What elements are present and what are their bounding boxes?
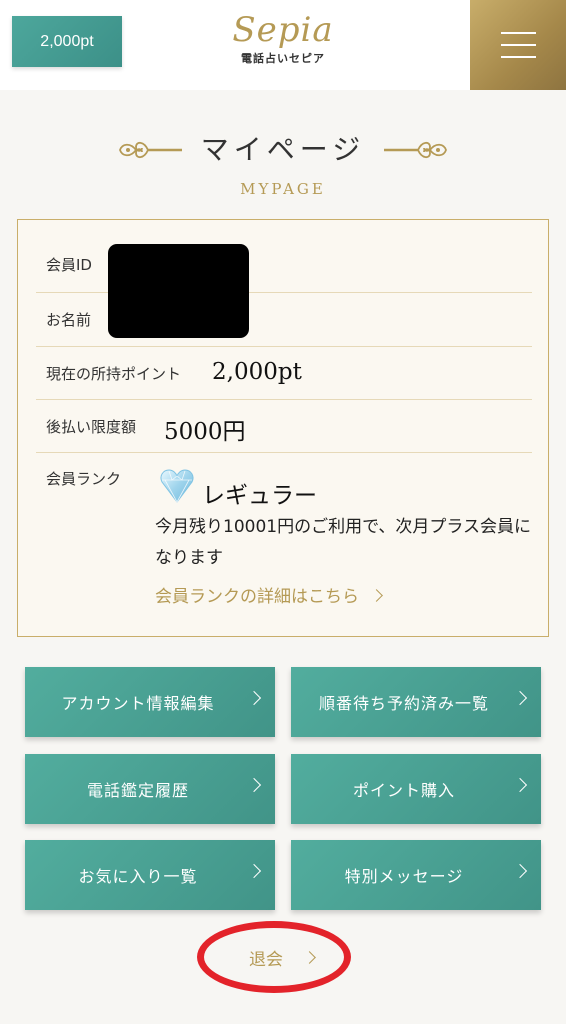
- call-history-button[interactable]: 電話鑑定履歴: [25, 754, 275, 824]
- chevron-right-icon: [512, 777, 528, 793]
- page-subtitle: MYPAGE: [240, 180, 326, 198]
- favorites-button[interactable]: お気に入り一覧: [25, 840, 275, 910]
- hamburger-icon: [501, 32, 536, 34]
- points-button[interactable]: 2,000pt: [12, 16, 122, 67]
- hamburger-icon: [501, 56, 536, 58]
- rank-label: 会員ランク: [46, 470, 122, 488]
- buy-points-label: ポイント購入: [352, 781, 455, 800]
- rank-note: 今月残り10001円のご利用で、次月プラス会員になります: [155, 517, 532, 568]
- chevron-right-icon: [370, 589, 384, 602]
- logo[interactable]: Sepia 電話占いセピア: [200, 8, 366, 66]
- favorites-label: お気に入り一覧: [78, 867, 198, 886]
- deferred-row: 後払い限度額 5000円: [36, 400, 532, 453]
- rank-details-link[interactable]: 会員ランクの詳細はこちら: [155, 582, 384, 607]
- redacted-block: [108, 244, 249, 338]
- rank-value: レギュラー: [202, 483, 317, 509]
- account-edit-button[interactable]: アカウント情報編集: [25, 667, 275, 737]
- withdraw-link[interactable]: 退会: [197, 921, 351, 993]
- account-edit-label: アカウント情報編集: [61, 694, 215, 713]
- chevron-right-icon: [512, 863, 528, 879]
- call-history-label: 電話鑑定履歴: [86, 781, 189, 800]
- chevron-right-icon: [512, 690, 528, 706]
- withdraw-label: 退会: [249, 950, 283, 970]
- buy-points-button[interactable]: ポイント購入: [291, 754, 541, 824]
- right-ornament-icon: [384, 141, 447, 159]
- member-name-label: お名前: [46, 311, 92, 329]
- page-title: マイページ: [200, 133, 366, 166]
- chevron-right-icon: [246, 777, 262, 793]
- special-messages-button[interactable]: 特別メッセージ: [291, 840, 541, 910]
- waiting-reservations-label: 順番待ち予約済み一覧: [318, 694, 489, 713]
- diamond-heart-icon: [160, 469, 194, 503]
- chevron-right-icon: [246, 690, 262, 706]
- member-id-label: 会員ID: [46, 256, 92, 274]
- app-header: 2,000pt Sepia 電話占いセピア: [0, 0, 566, 90]
- member-info-card: 会員ID お名前 現在の所持ポイント 2,000pt 後払い限度額 5000円 …: [17, 219, 549, 637]
- hamburger-icon: [501, 44, 536, 46]
- special-messages-label: 特別メッセージ: [344, 867, 464, 886]
- points-value: 2,000pt: [212, 359, 302, 385]
- logo-script: Sepia: [232, 10, 334, 50]
- rank-details-link-label: 会員ランクの詳細はこちら: [155, 587, 359, 607]
- page-title-area: マイページ: [0, 130, 566, 170]
- hamburger-menu-button[interactable]: [470, 0, 566, 90]
- points-row: 現在の所持ポイント 2,000pt: [36, 347, 532, 400]
- deferred-label: 後払い限度額: [46, 418, 137, 436]
- chevron-right-icon: [246, 863, 262, 879]
- deferred-value: 5000円: [164, 419, 246, 445]
- waiting-reservations-button[interactable]: 順番待ち予約済み一覧: [291, 667, 541, 737]
- points-label: 現在の所持ポイント: [46, 365, 182, 383]
- logo-subtitle: 電話占いセピア: [241, 52, 325, 65]
